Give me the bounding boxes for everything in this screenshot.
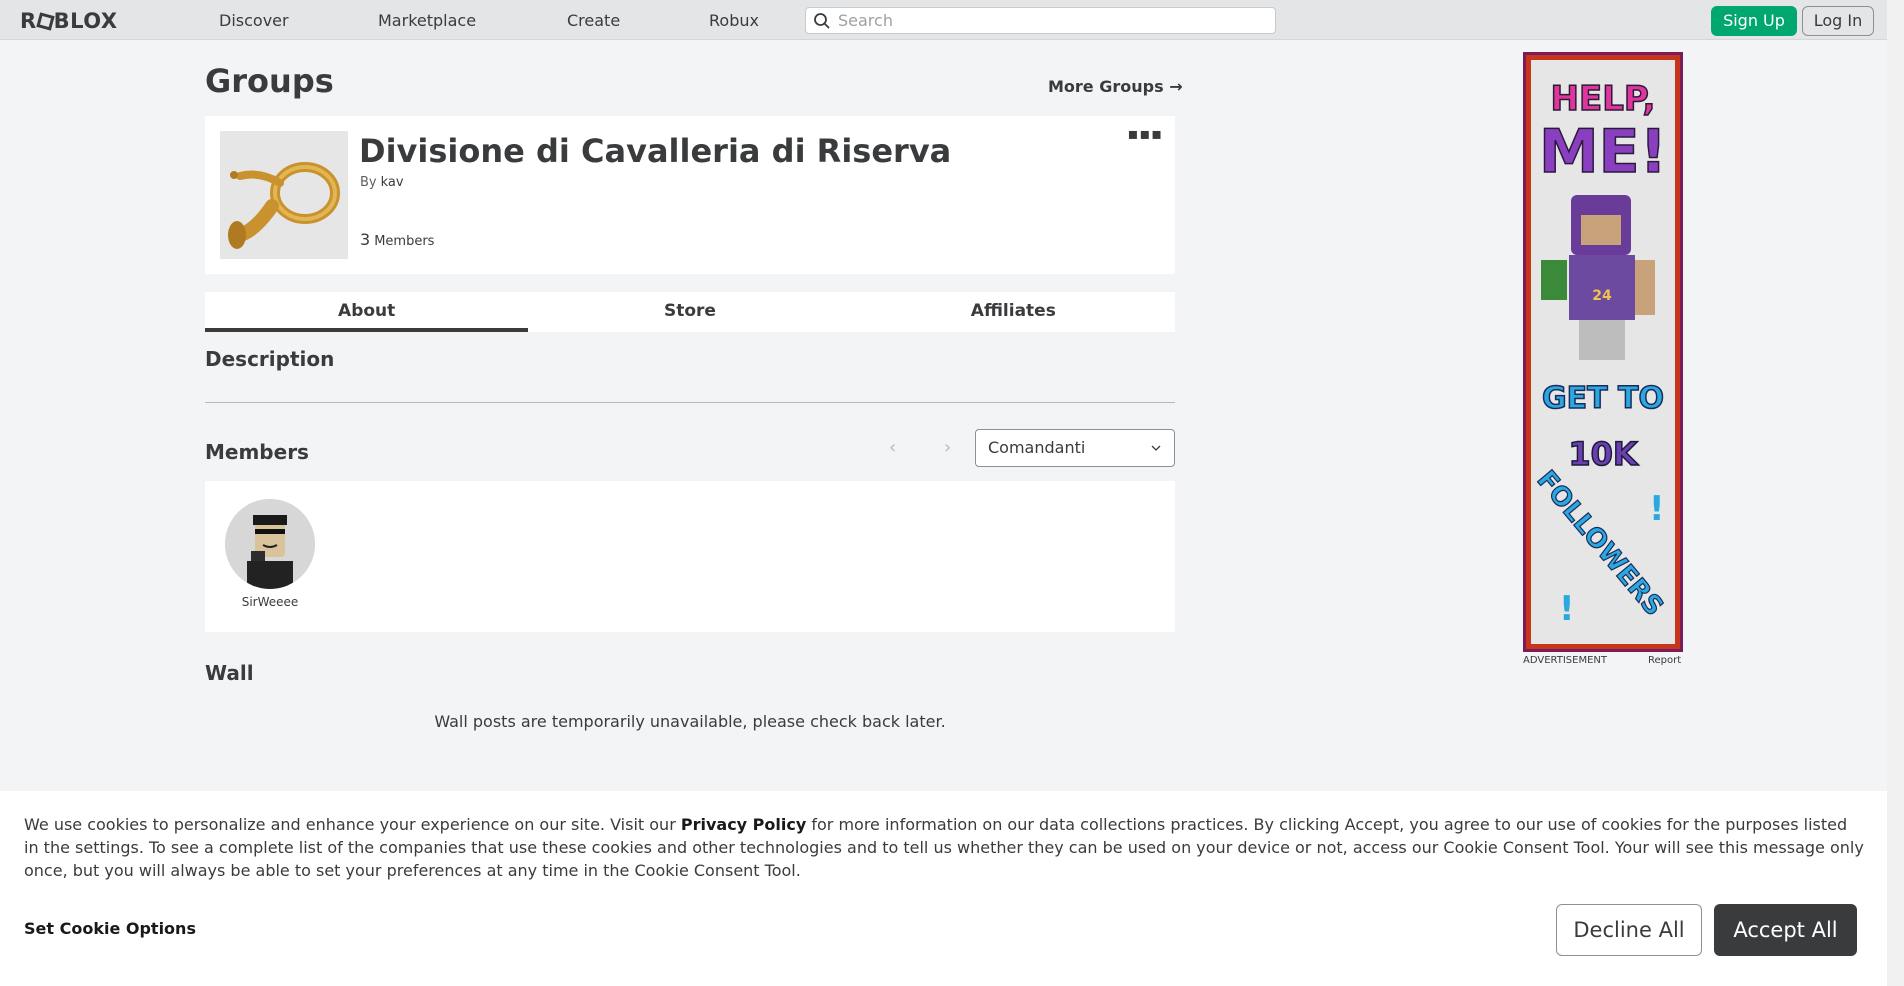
member-tile[interactable]: SirWeeee: [225, 499, 315, 609]
advertisement-banner[interactable]: HELP, ME! 24 GET TO 10K FOLLOWERS ! !: [1523, 52, 1683, 652]
nav-marketplace[interactable]: Marketplace: [378, 11, 476, 30]
ad-line-help: HELP,: [1551, 79, 1656, 119]
by-label: By: [360, 175, 377, 190]
group-owner-line: By kav: [360, 175, 404, 190]
search-box: [805, 7, 1276, 34]
member-count-label: Members: [374, 234, 435, 249]
cookie-banner: We use cookies to personalize and enhanc…: [0, 791, 1887, 986]
tab-about[interactable]: About: [205, 292, 529, 332]
chevron-left-icon[interactable]: ‹: [889, 437, 896, 458]
search-input[interactable]: [838, 10, 1268, 31]
search-icon: [814, 13, 830, 29]
svg-text:24: 24: [1592, 288, 1612, 304]
wall-heading: Wall: [205, 661, 254, 685]
members-list: SirWeeee: [205, 481, 1175, 632]
tab-store[interactable]: Store: [528, 292, 851, 332]
more-options-icon[interactable]: ▪▪▪: [1127, 126, 1163, 142]
ad-line-exclaim-2: !: [1559, 589, 1575, 629]
role-dropdown[interactable]: Comandanti: [975, 429, 1175, 467]
vertical-scrollbar[interactable]: [1887, 0, 1904, 986]
wall-unavailable-message: Wall posts are temporarily unavailable, …: [434, 712, 946, 731]
horn-emblem-icon: [220, 131, 348, 259]
ad-line-get-to: GET TO: [1542, 381, 1664, 416]
ad-artwork: HELP, ME! 24 GET TO 10K FOLLOWERS ! !: [1530, 60, 1675, 644]
cookie-message: We use cookies to personalize and enhanc…: [24, 813, 1864, 882]
ad-line-exclaim-1: !: [1649, 489, 1665, 529]
advertisement-label: ADVERTISEMENT: [1523, 655, 1608, 666]
member-count-value: 3: [360, 230, 371, 249]
login-button[interactable]: Log In: [1802, 6, 1874, 36]
more-groups-label: More Groups: [1048, 77, 1164, 96]
chevron-right-icon[interactable]: ›: [944, 437, 951, 458]
ad-line-10k: 10K: [1568, 435, 1639, 473]
group-tabs: About Store Affiliates: [205, 292, 1175, 332]
nav-robux[interactable]: Robux: [709, 11, 759, 30]
group-name: Divisione di Cavalleria di Riserva: [359, 132, 952, 170]
ad-report-link[interactable]: Report: [1648, 655, 1681, 666]
accept-all-button[interactable]: Accept All: [1714, 904, 1857, 956]
group-emblem: [220, 131, 348, 259]
owner-link[interactable]: kav: [381, 175, 404, 190]
privacy-policy-link[interactable]: Privacy Policy: [681, 815, 806, 834]
roblox-logo[interactable]: R BLOX: [20, 9, 118, 33]
top-navigation: R BLOX Discover Marketplace Create Robux …: [0, 0, 1887, 40]
ad-line-me: ME!: [1539, 117, 1667, 187]
group-header-card: Divisione di Cavalleria di Riserva By kav…: [205, 116, 1175, 274]
signup-button[interactable]: Sign Up: [1711, 6, 1797, 36]
arrow-right-icon: →: [1169, 77, 1183, 96]
nav-create[interactable]: Create: [567, 11, 620, 30]
chevron-down-icon: [1151, 445, 1161, 451]
cookie-text-part1: We use cookies to personalize and enhanc…: [24, 815, 681, 834]
tab-affiliates[interactable]: Affiliates: [852, 292, 1175, 332]
nav-discover[interactable]: Discover: [219, 11, 289, 30]
member-name: SirWeeee: [241, 595, 299, 609]
more-groups-link[interactable]: More Groups →: [1048, 77, 1183, 96]
members-heading: Members: [205, 440, 309, 464]
set-cookie-options-link[interactable]: Set Cookie Options: [24, 919, 196, 938]
member-count: 3 Members: [360, 230, 434, 249]
description-divider: [205, 402, 1175, 403]
page-title: Groups: [205, 62, 334, 100]
description-heading: Description: [205, 347, 335, 371]
avatar: [225, 499, 315, 589]
decline-all-button[interactable]: Decline All: [1556, 904, 1702, 956]
role-dropdown-value: Comandanti: [988, 438, 1086, 457]
